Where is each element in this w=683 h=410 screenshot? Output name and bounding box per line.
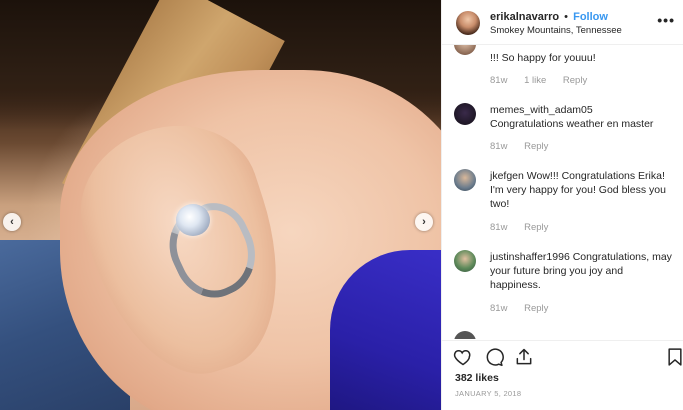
commenter-username[interactable]: memes_with_adam05 — [490, 103, 675, 117]
reply-button[interactable]: Reply — [524, 222, 548, 233]
commenter-avatar[interactable] — [454, 103, 476, 125]
reply-button[interactable]: Reply — [563, 75, 587, 86]
separator-dot: • — [564, 11, 569, 23]
comments-list[interactable]: !!! So happy for youuu! 81w 1 like Reply… — [442, 45, 683, 337]
share-icon[interactable] — [514, 347, 534, 367]
comment-body: justinshaffer1996 Congratulations, may y… — [490, 250, 675, 292]
post-header: erikalnavarro • Follow Smokey Mountains,… — [442, 0, 683, 45]
author-line: erikalnavarro • Follow — [490, 11, 608, 23]
commenter-avatar[interactable] — [454, 45, 476, 55]
comment-time[interactable]: 81w — [490, 75, 507, 86]
comment-meta: 81w 1 like Reply — [490, 75, 601, 86]
heart-icon[interactable] — [453, 347, 473, 367]
comment-body: memes_with_adam05 Congratulations weathe… — [490, 103, 675, 131]
commenter-avatar — [454, 331, 476, 339]
commenter-username[interactable]: justinshaffer1996 — [490, 251, 573, 263]
bookmark-icon[interactable] — [665, 347, 683, 367]
comment-body: jkefgen Wow!!! Congratulations Erika! I'… — [490, 169, 675, 211]
post-photo[interactable]: ‹ › — [0, 0, 441, 410]
post-date[interactable]: JANUARY 5, 2018 — [455, 389, 521, 398]
comment-meta: 81w Reply — [490, 222, 562, 233]
post-side-panel: erikalnavarro • Follow Smokey Mountains,… — [441, 0, 683, 410]
comment-text: Congratulations weather en master — [490, 118, 654, 130]
comment-meta: 81w Reply — [490, 303, 562, 314]
post-location[interactable]: Smokey Mountains, Tennessee — [490, 25, 622, 36]
comment-time[interactable]: 81w — [490, 141, 507, 152]
carousel-prev-button[interactable]: ‹ — [3, 213, 21, 231]
ring-diamond — [176, 204, 210, 236]
commenter-username[interactable]: jkefgen — [490, 170, 527, 182]
commenter-avatar[interactable] — [454, 169, 476, 191]
more-options-icon[interactable]: ••• — [657, 12, 675, 28]
comment-meta: 81w Reply — [490, 141, 562, 152]
comment-text: !!! So happy for youuu! — [490, 52, 596, 64]
comment-icon[interactable] — [484, 347, 504, 367]
post-actions: 382 likes JANUARY 5, 2018 — [442, 340, 683, 410]
comment-time[interactable]: 81w — [490, 222, 507, 233]
comment-time[interactable]: 81w — [490, 303, 507, 314]
like-count[interactable]: 382 likes — [455, 372, 499, 384]
reply-button[interactable]: Reply — [524, 303, 548, 314]
follow-button[interactable]: Follow — [573, 11, 608, 23]
chevron-right-icon: › — [422, 216, 426, 228]
reply-button[interactable]: Reply — [524, 141, 548, 152]
commenter-avatar[interactable] — [454, 250, 476, 272]
carousel-next-button[interactable]: › — [415, 213, 433, 231]
author-avatar[interactable] — [456, 11, 480, 35]
chevron-left-icon: ‹ — [10, 216, 14, 228]
comment-like-count[interactable]: 1 like — [524, 75, 546, 86]
author-username[interactable]: erikalnavarro — [490, 11, 559, 23]
